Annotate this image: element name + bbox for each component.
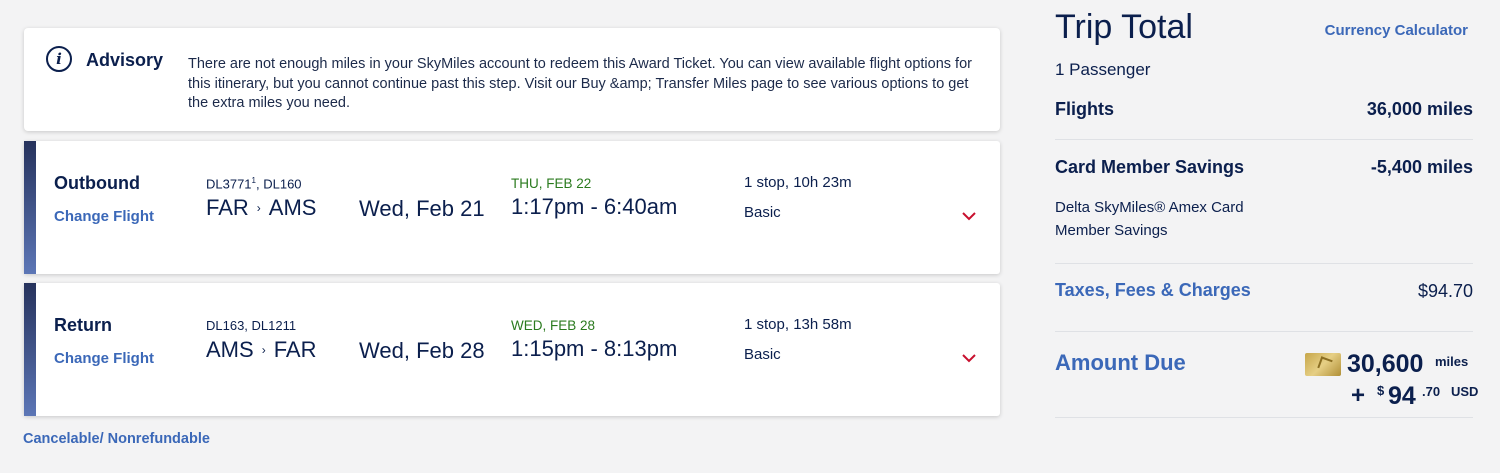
taxes-fees-link[interactable]: Taxes, Fees & Charges [1055,280,1251,301]
change-flight-outbound-link[interactable]: Change Flight [54,208,154,225]
amount-due-currency-symbol: $ [1377,383,1385,398]
outbound-label: Outbound [54,173,140,193]
flights-row: Flights 36,000 miles [1055,99,1473,120]
outbound-flight-numbers: DL37711, DL160 [206,176,302,191]
card-savings-description: Delta SkyMiles® Amex Card Member Savings [1055,196,1244,242]
return-fare-class: Basic [744,346,781,363]
amount-due-currency: USD [1451,384,1479,399]
return-label: Return [54,315,112,335]
amount-due-plus: + [1351,382,1366,409]
return-stops-duration: 1 stop, 13h 58m [744,316,852,333]
return-flight-card[interactable]: Return Change Flight DL163, DL1211 AMS ›… [24,283,1000,416]
itinerary-panel: i Advisory There are not enough miles in… [24,28,1000,416]
return-flight-numbers: DL163, DL1211 [206,318,297,333]
credit-card-icon [1305,353,1341,376]
outbound-route: FAR › AMS [206,195,316,221]
divider [1055,331,1473,332]
amount-due-miles: 30,600 [1347,350,1424,378]
card-savings-label: Card Member Savings [1055,157,1245,177]
flights-value: 36,000 miles [1366,99,1473,119]
info-icon: i [46,46,72,72]
outbound-flight-rest: , DL160 [256,176,302,192]
outbound-flight-main: DL3771 [206,176,252,192]
card-accent-bar [24,283,36,416]
divider [1055,139,1473,140]
return-arrival-date: WED, FEB 28 [511,318,596,333]
card-savings-row: Card Member Savings -5,400 miles [1055,157,1473,178]
amount-due-usd-whole: 94 [1388,382,1416,410]
return-destination: FAR [273,337,317,362]
outbound-destination: AMS [268,195,317,220]
card-savings-desc-line1: Delta SkyMiles® Amex Card [1055,199,1244,216]
amount-due-usd-cents: .70 [1422,384,1441,399]
chevron-down-icon[interactable] [961,352,977,364]
amount-due-label: Amount Due [1055,350,1186,375]
advisory-text: There are not enough miles in your SkyMi… [188,56,972,111]
return-route: AMS › FAR [206,337,316,363]
divider [1055,263,1473,264]
flights-label: Flights [1055,99,1114,119]
return-origin: AMS [206,337,254,362]
trip-total-title: Trip Total [1055,8,1193,46]
route-arrow-icon: › [261,343,266,357]
currency-calculator-link[interactable]: Currency Calculator [1325,22,1468,39]
cancelable-nonrefundable-link[interactable]: Cancelable/ Nonrefundable [23,431,210,447]
outbound-arrival-date: THU, FEB 22 [511,176,592,191]
divider [1055,417,1473,418]
route-arrow-icon: › [256,201,261,215]
return-date: Wed, Feb 28 [359,338,485,363]
return-times: 1:15pm - 8:13pm [511,336,678,361]
outbound-flight-card[interactable]: Outbound Change Flight DL37711, DL160 FA… [24,141,1000,274]
taxes-fees-value: $94.70 [1417,281,1473,301]
chevron-down-icon[interactable] [961,210,977,222]
amount-due-miles-unit: miles [1435,354,1469,369]
outbound-date: Wed, Feb 21 [359,196,485,221]
outbound-fare-class: Basic [744,204,781,221]
outbound-origin: FAR [206,195,249,220]
change-flight-return-link[interactable]: Change Flight [54,350,154,367]
outbound-times: 1:17pm - 6:40am [511,194,678,219]
passenger-count: 1 Passenger [1055,60,1151,79]
advisory-banner: i Advisory There are not enough miles in… [24,28,1000,131]
card-savings-desc-line2: Member Savings [1055,222,1168,239]
card-savings-value: -5,400 miles [1370,157,1473,177]
card-accent-bar [24,141,36,274]
advisory-title: Advisory [86,50,164,70]
outbound-stops-duration: 1 stop, 10h 23m [744,174,852,191]
